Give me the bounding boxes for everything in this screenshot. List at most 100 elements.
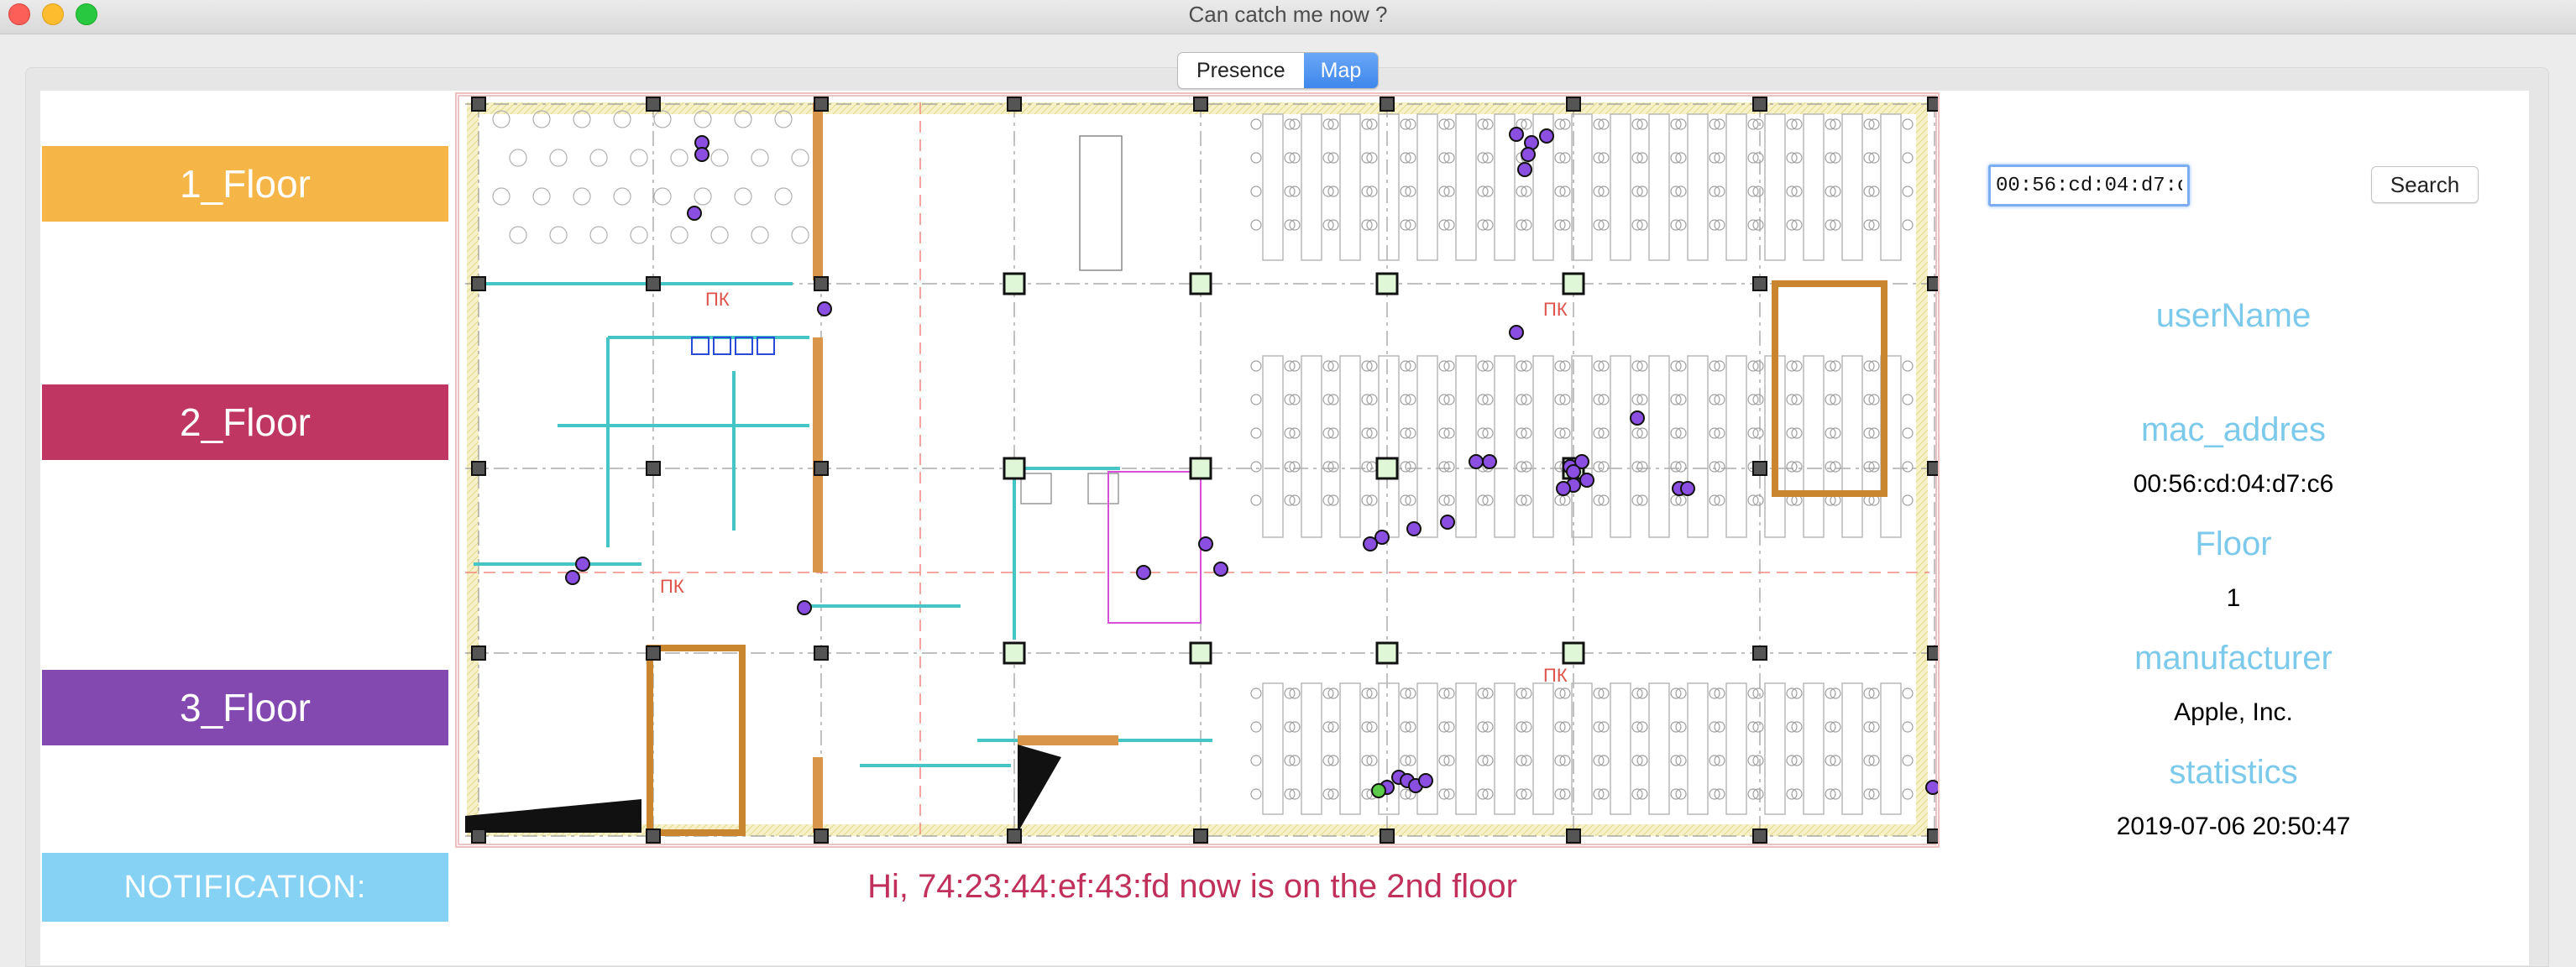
structural-column xyxy=(1007,828,1022,844)
floor-3-button[interactable]: 3_Floor xyxy=(42,670,448,745)
floor-1-button[interactable]: 1_Floor xyxy=(42,146,448,222)
structural-column xyxy=(1380,828,1395,844)
floor-value: 1 xyxy=(2226,584,2241,612)
column-wall xyxy=(1018,735,1118,745)
device-marker xyxy=(1406,521,1422,536)
structural-column xyxy=(471,461,486,476)
structural-column xyxy=(1193,97,1208,112)
structural-column xyxy=(471,276,486,291)
structural-column xyxy=(814,828,829,844)
structural-column xyxy=(1003,457,1026,480)
floor-2-button[interactable]: 2_Floor xyxy=(42,384,448,460)
device-marker xyxy=(1198,536,1213,551)
structural-column xyxy=(1562,272,1585,295)
structural-column xyxy=(814,276,829,291)
structural-column xyxy=(1380,97,1395,112)
device-marker xyxy=(1440,515,1455,530)
device-marker xyxy=(575,557,590,572)
device-marker xyxy=(1556,481,1571,496)
device-marker xyxy=(1213,562,1228,577)
structural-column xyxy=(1927,461,1938,476)
room-label-pk: ПК xyxy=(1543,665,1568,686)
device-marker xyxy=(1482,454,1497,469)
floor-label: Floor xyxy=(2195,525,2272,562)
floor-plan-map[interactable]: ПК ПК ПК ПК xyxy=(455,92,1940,848)
room-label-pk: ПК xyxy=(1543,299,1568,320)
device-marker xyxy=(565,570,580,585)
username-label: userName xyxy=(2155,297,2312,334)
structural-column xyxy=(1752,828,1767,844)
structural-column xyxy=(1927,276,1938,291)
structural-column xyxy=(1189,457,1212,480)
device-marker xyxy=(1925,780,1938,795)
device-marker xyxy=(797,600,812,615)
structural-column xyxy=(1193,828,1208,844)
structural-column xyxy=(1752,97,1767,112)
mac-search-input[interactable] xyxy=(1988,165,2190,206)
manufacturer-label: manufacturer xyxy=(2134,640,2333,677)
floor-plan-drawing: ПК ПК ПК ПК xyxy=(458,95,1938,845)
device-marker xyxy=(1630,410,1645,426)
structural-column xyxy=(1003,272,1026,295)
structural-column xyxy=(1189,272,1212,295)
statistics-value: 2019-07-06 20:50:47 xyxy=(2116,813,2351,840)
structural-column xyxy=(471,97,486,112)
notification-label: NOTIFICATION: xyxy=(42,853,448,922)
structural-column xyxy=(1927,646,1938,661)
structural-column xyxy=(1562,641,1585,665)
device-marker xyxy=(1509,325,1524,340)
structural-column xyxy=(1189,641,1212,665)
structural-column xyxy=(1003,641,1026,665)
search-button[interactable]: Search xyxy=(2371,166,2479,203)
tab-presence[interactable]: Presence xyxy=(1178,53,1304,88)
device-marker xyxy=(817,301,832,316)
mac-address-value: 00:56:cd:04:d7:c6 xyxy=(2133,470,2334,498)
device-marker xyxy=(1363,536,1378,551)
room-label-pk: ПК xyxy=(705,289,730,310)
device-marker xyxy=(1517,162,1532,177)
device-marker xyxy=(1521,147,1536,162)
structural-column xyxy=(814,646,829,661)
manufacturer-value: Apple, Inc. xyxy=(2174,698,2293,726)
title-bar: Can catch me now ? xyxy=(0,0,2576,34)
mac-address-label: mac_addres xyxy=(2140,411,2327,448)
view-tabs: Presence Map xyxy=(1177,52,1380,89)
column-wall xyxy=(813,757,823,833)
structural-column xyxy=(1566,97,1581,112)
device-marker xyxy=(1539,128,1554,144)
notification-message: Hi, 74:23:44:ef:43:fd now is on the 2nd … xyxy=(867,868,1517,905)
device-marker xyxy=(1509,127,1524,142)
structural-column xyxy=(814,461,829,476)
device-marker xyxy=(1418,773,1433,788)
device-marker xyxy=(694,147,709,162)
structural-column xyxy=(1752,646,1767,661)
device-marker xyxy=(1136,565,1151,580)
structural-column xyxy=(1752,461,1767,476)
device-marker xyxy=(687,206,702,221)
structural-column xyxy=(646,461,661,476)
window-title: Can catch me now ? xyxy=(1188,2,1388,27)
structural-column xyxy=(1375,457,1399,480)
structural-column xyxy=(1927,97,1938,112)
device-marker xyxy=(1469,454,1484,469)
structural-column xyxy=(1927,828,1938,844)
structural-column xyxy=(1007,97,1022,112)
device-marker xyxy=(1579,473,1594,488)
structural-column xyxy=(646,828,661,844)
device-marker xyxy=(1680,481,1695,496)
structural-column xyxy=(471,828,486,844)
structural-column xyxy=(1375,272,1399,295)
structural-column xyxy=(646,276,661,291)
structural-column xyxy=(646,646,661,661)
structural-column xyxy=(646,97,661,112)
selected-device-marker xyxy=(1371,783,1386,798)
room-label-pk: ПК xyxy=(660,576,684,597)
column-wall xyxy=(813,102,823,280)
column-wall xyxy=(813,337,823,572)
structural-column xyxy=(1566,828,1581,844)
tab-map[interactable]: Map xyxy=(1303,53,1379,88)
structural-column xyxy=(1375,641,1399,665)
statistics-label: statistics xyxy=(2169,754,2298,791)
device-marker xyxy=(1566,464,1581,479)
structural-column xyxy=(471,646,486,661)
